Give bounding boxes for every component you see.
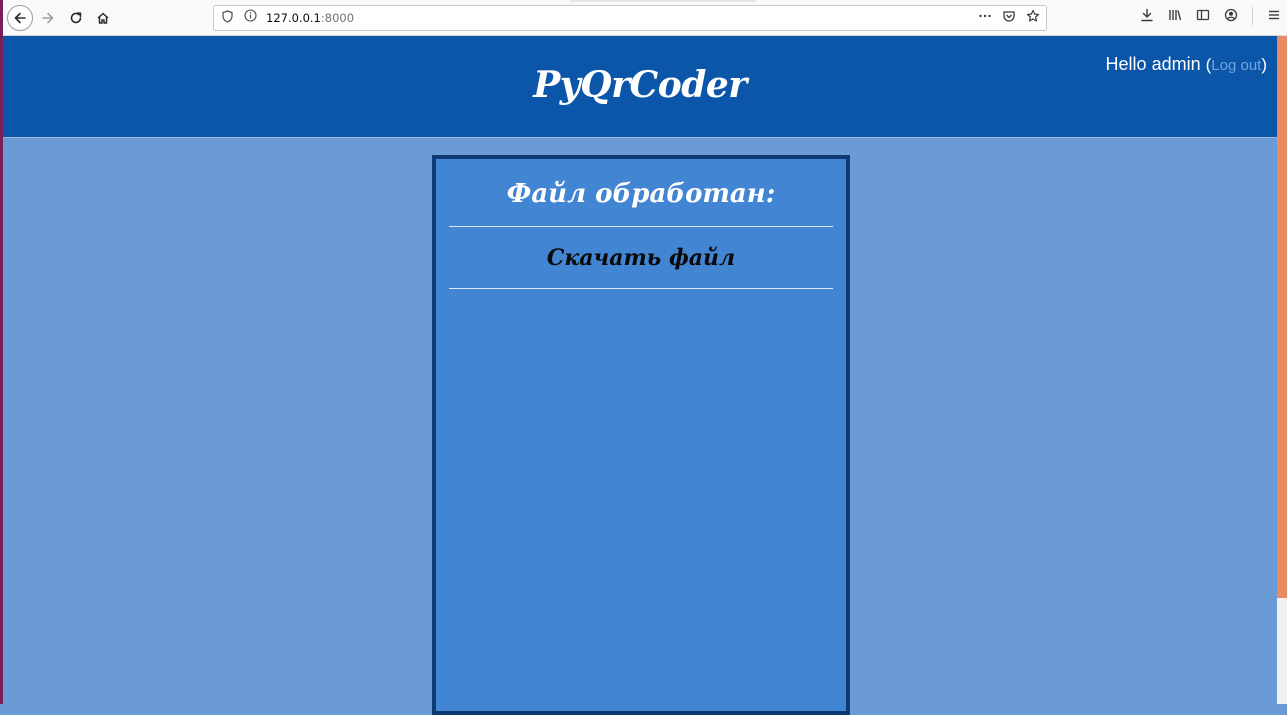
- active-tab-indicator: [570, 0, 756, 2]
- pocket-icon[interactable]: [1002, 9, 1016, 27]
- url-port: :8000: [320, 11, 355, 25]
- sidebar-icon[interactable]: [1196, 8, 1210, 26]
- url-bar[interactable]: 127.0.0.1:8000: [213, 5, 1047, 31]
- user-greeting: Hello admin (Log out): [1106, 54, 1267, 75]
- back-arrow-icon[interactable]: [7, 5, 33, 31]
- forward-arrow-icon[interactable]: [36, 6, 60, 30]
- downloads-icon[interactable]: [1140, 8, 1154, 26]
- download-file-link[interactable]: Скачать файл: [436, 245, 846, 271]
- panel-title: Файл обработан:: [506, 179, 776, 209]
- site-title: PyQrCoder: [533, 64, 747, 106]
- reload-icon[interactable]: [64, 6, 88, 30]
- desktop-edge-right: [1277, 36, 1287, 598]
- library-icon[interactable]: [1168, 8, 1182, 26]
- paren-close: ): [1261, 55, 1267, 74]
- hamburger-menu-icon[interactable]: [1267, 8, 1281, 26]
- page-content: Файл обработан: Скачать файл: [3, 138, 1277, 715]
- more-actions-icon[interactable]: [978, 9, 992, 27]
- site-info-icon[interactable]: [244, 9, 257, 25]
- result-panel: Файл обработан: Скачать файл: [432, 155, 850, 715]
- logout-link[interactable]: Log out: [1211, 57, 1261, 74]
- url-host: 127.0.0.1: [266, 11, 321, 25]
- toolbar-separator: [1252, 7, 1253, 25]
- browser-toolbar: 127.0.0.1:8000: [3, 0, 1287, 36]
- account-icon[interactable]: [1224, 8, 1238, 26]
- url-text[interactable]: 127.0.0.1:8000: [266, 11, 354, 25]
- divider: [449, 288, 833, 289]
- scrollbar[interactable]: [1277, 598, 1287, 704]
- greeting-text: Hello admin: [1105, 54, 1201, 74]
- bookmark-star-icon[interactable]: [1026, 9, 1040, 27]
- site-header: PyQrCoder Hello admin (Log out): [3, 36, 1277, 138]
- tracking-shield-icon[interactable]: [222, 10, 233, 26]
- home-icon[interactable]: [91, 6, 115, 30]
- divider: [449, 226, 833, 227]
